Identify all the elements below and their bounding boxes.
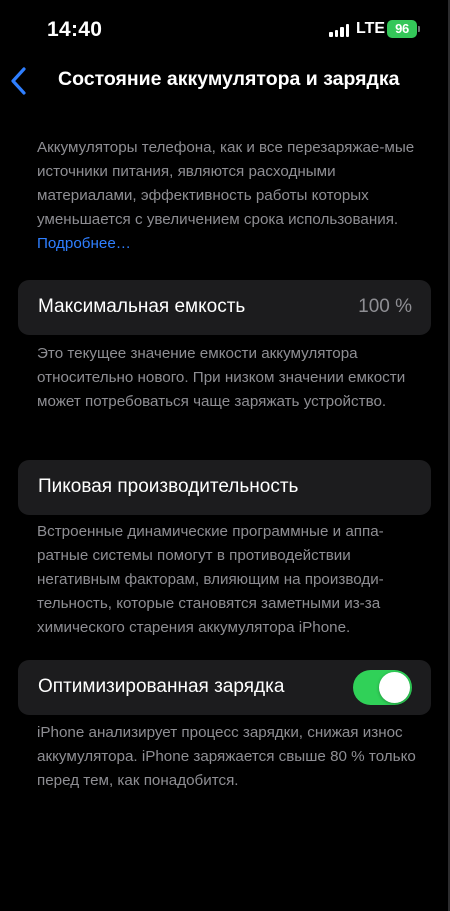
- maximum-capacity-row: Максимальная емкость 100 %: [18, 280, 431, 335]
- battery-cap: [418, 26, 420, 32]
- learn-more-link[interactable]: Подробнее…: [37, 235, 131, 252]
- back-button[interactable]: [6, 64, 34, 98]
- chevron-left-icon: [11, 67, 26, 95]
- optimized-charging-row: Оптимизированная зарядка: [18, 660, 431, 715]
- network-type: LTE: [356, 20, 386, 37]
- peak-performance-label: Пиковая производительность: [38, 476, 299, 497]
- page-title: Состояние аккумулятора и зарядка: [58, 68, 400, 90]
- peak-performance-description: Встроенные динамические программные и ап…: [37, 523, 384, 636]
- toggle-knob: [379, 672, 410, 703]
- battery-icon: 96: [387, 20, 417, 38]
- status-time: 14:40: [47, 18, 103, 41]
- intro-description: Аккумуляторы телефона, как и все перезар…: [37, 136, 422, 256]
- peak-performance-row: Пиковая производительность: [18, 460, 431, 515]
- cellular-signal-icon: [329, 24, 349, 37]
- maximum-capacity-label: Максимальная емкость: [38, 296, 246, 317]
- optimized-charging-description: iPhone анализирует процесс зарядки, сниж…: [37, 724, 416, 789]
- capacity-description: Это текущее значение емкости аккумулятор…: [37, 345, 406, 410]
- maximum-capacity-value: 100 %: [358, 296, 412, 317]
- optimized-charging-label: Оптимизированная зарядка: [38, 676, 285, 697]
- optimized-charging-toggle[interactable]: [353, 670, 412, 705]
- intro-text: Аккумуляторы телефона, как и все перезар…: [37, 139, 415, 228]
- status-bar: 14:40 LTE 96: [0, 0, 450, 56]
